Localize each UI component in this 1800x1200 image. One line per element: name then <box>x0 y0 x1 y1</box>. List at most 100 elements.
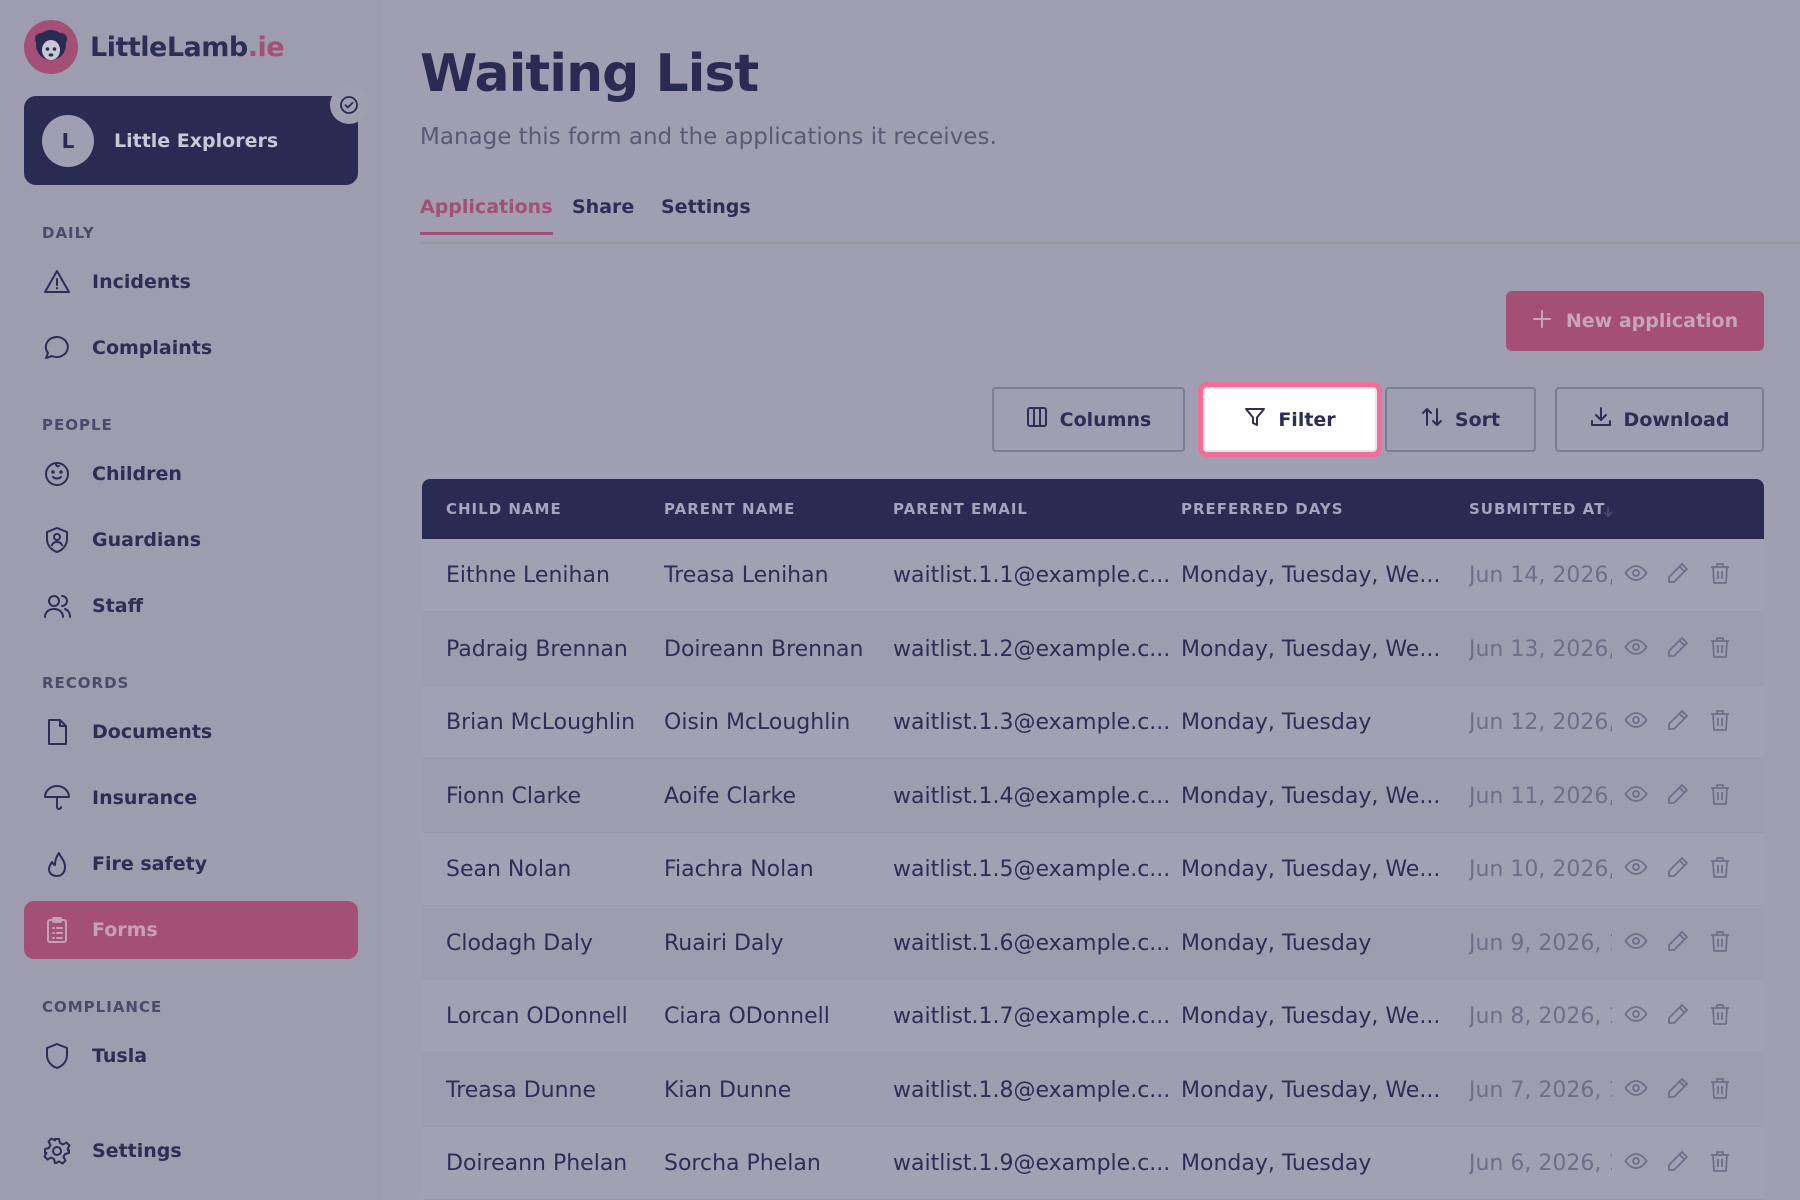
edit-pencil-icon[interactable] <box>1666 780 1690 808</box>
row-actions <box>1624 633 1732 661</box>
view-eye-icon[interactable] <box>1624 780 1648 808</box>
brand-name: LittleLamb.ie <box>90 31 285 63</box>
tab-applications[interactable]: Applications <box>420 196 553 235</box>
column-header-parent-name[interactable]: PARENT NAME <box>664 500 795 518</box>
sidebar-item-incidents[interactable]: Incidents <box>24 253 358 311</box>
submitted-at-cell: Jun 9, 2026, 10 <box>1469 930 1612 956</box>
tab-settings[interactable]: Settings <box>661 196 751 232</box>
view-eye-icon[interactable] <box>1624 1074 1648 1102</box>
table-row[interactable]: Doireann Phelan Sorcha Phelan waitlist.1.9… <box>422 1127 1764 1200</box>
table-body: Eithne Lenihan Treasa Lenihan waitlist.1.1… <box>422 539 1764 1200</box>
parent-email-cell: waitlist.1.6@example.c... <box>893 930 1168 956</box>
download-icon <box>1590 406 1612 433</box>
columns-button[interactable]: Columns <box>992 387 1185 452</box>
row-actions <box>1624 559 1732 587</box>
columns-icon <box>1026 406 1048 433</box>
delete-trash-icon[interactable] <box>1708 633 1732 661</box>
edit-pencil-icon[interactable] <box>1666 853 1690 881</box>
shield-user-icon <box>42 525 72 555</box>
sort-desc-icon <box>1602 503 1614 522</box>
brand-logo[interactable]: LittleLamb.ie <box>24 20 285 74</box>
row-actions <box>1624 853 1732 881</box>
baby-face-icon <box>42 459 72 489</box>
view-eye-icon[interactable] <box>1624 1147 1648 1175</box>
sidebar-item-settings[interactable]: Settings <box>24 1122 358 1180</box>
delete-trash-icon[interactable] <box>1708 559 1732 587</box>
sidebar-item-fire-safety[interactable]: Fire safety <box>24 835 358 893</box>
sidebar-item-complaints[interactable]: Complaints <box>24 319 358 377</box>
sort-button[interactable]: Sort <box>1385 387 1536 452</box>
table-row[interactable]: Eithne Lenihan Treasa Lenihan waitlist.1.1… <box>422 539 1764 612</box>
view-eye-icon[interactable] <box>1624 706 1648 734</box>
row-actions <box>1624 927 1732 955</box>
tab-share[interactable]: Share <box>572 196 634 232</box>
download-button[interactable]: Download <box>1555 387 1764 452</box>
column-header-preferred-days[interactable]: PREFERRED DAYS <box>1181 500 1344 518</box>
new-application-button[interactable]: New application <box>1506 291 1764 351</box>
view-eye-icon[interactable] <box>1624 1000 1648 1028</box>
view-eye-icon[interactable] <box>1624 633 1648 661</box>
sort-arrows-icon <box>1421 406 1443 433</box>
edit-pencil-icon[interactable] <box>1666 1074 1690 1102</box>
table-row[interactable]: Lorcan ODonnell Ciara ODonnell waitlist.1.… <box>422 980 1764 1053</box>
edit-pencil-icon[interactable] <box>1666 706 1690 734</box>
lamb-logo-icon <box>24 20 78 74</box>
table-row[interactable]: Brian McLoughlin Oisin McLoughlin waitlist… <box>422 686 1764 759</box>
column-header-parent-email[interactable]: PARENT EMAIL <box>893 500 1028 518</box>
parent-name-cell: Ciara ODonnell <box>664 1004 830 1029</box>
org-switcher[interactable]: L Little Explorers <box>24 86 368 185</box>
sort-label: Sort <box>1454 408 1501 431</box>
parent-name-cell: Fiachra Nolan <box>664 857 814 882</box>
delete-trash-icon[interactable] <box>1708 927 1732 955</box>
row-actions <box>1624 1074 1732 1102</box>
sidebar-item-guardians[interactable]: Guardians <box>24 511 358 569</box>
sidebar-item-tusla[interactable]: Tusla <box>24 1027 358 1085</box>
org-avatar: L <box>42 114 94 167</box>
edit-pencil-icon[interactable] <box>1666 1000 1690 1028</box>
page-subtitle: Manage this form and the applications it… <box>420 124 997 150</box>
delete-trash-icon[interactable] <box>1708 1000 1732 1028</box>
view-eye-icon[interactable] <box>1624 927 1648 955</box>
section-label-records: RECORDS <box>42 674 130 692</box>
view-eye-icon[interactable] <box>1624 853 1648 881</box>
delete-trash-icon[interactable] <box>1708 1074 1732 1102</box>
document-icon <box>42 717 72 747</box>
edit-pencil-icon[interactable] <box>1666 1147 1690 1175</box>
delete-trash-icon[interactable] <box>1708 1147 1732 1175</box>
delete-trash-icon[interactable] <box>1708 706 1732 734</box>
users-icon <box>42 591 72 621</box>
delete-trash-icon[interactable] <box>1708 780 1732 808</box>
sidebar-item-insurance[interactable]: Insurance <box>24 769 358 827</box>
filter-icon <box>1244 406 1266 433</box>
table-row[interactable]: Treasa Dunne Kian Dunne waitlist.1.8@examp… <box>422 1053 1764 1127</box>
table-row[interactable]: Clodagh Daly Ruairi Daly waitlist.1.6@exam… <box>422 906 1764 980</box>
table-row[interactable]: Fionn Clarke Aoife Clarke waitlist.1.4@exa… <box>422 759 1764 833</box>
edit-pencil-icon[interactable] <box>1666 633 1690 661</box>
clipboard-icon <box>42 915 72 945</box>
parent-email-cell: waitlist.1.9@example.c... <box>893 1151 1168 1176</box>
sidebar-item-children[interactable]: Children <box>24 445 358 503</box>
preferred-days-cell: Monday, Tuesday, We... <box>1181 563 1441 588</box>
table-row[interactable]: Padraig Brennan Doireann Brennan waitlist.… <box>422 612 1764 686</box>
column-header-submitted-at[interactable]: SUBMITTED AT <box>1469 500 1605 518</box>
table-row[interactable]: Sean Nolan Fiachra Nolan waitlist.1.5@exam… <box>422 833 1764 906</box>
new-application-label: New application <box>1565 310 1739 332</box>
sidebar-item-documents[interactable]: Documents <box>24 703 358 761</box>
parent-email-cell: waitlist.1.4@example.c... <box>893 783 1168 809</box>
column-header-child-name[interactable]: CHILD NAME <box>446 500 562 518</box>
sidebar-item-staff[interactable]: Staff <box>24 577 358 635</box>
submitted-at-cell: Jun 7, 2026, 10 <box>1469 1077 1612 1103</box>
edit-pencil-icon[interactable] <box>1666 927 1690 955</box>
check-circle-icon <box>330 86 368 124</box>
chat-bubble-icon <box>42 333 72 363</box>
sidebar-item-forms[interactable]: Forms <box>24 901 358 959</box>
filter-button[interactable]: Filter <box>1203 387 1377 452</box>
view-eye-icon[interactable] <box>1624 559 1648 587</box>
delete-trash-icon[interactable] <box>1708 853 1732 881</box>
child-name-cell: Doireann Phelan <box>446 1151 628 1176</box>
edit-pencil-icon[interactable] <box>1666 559 1690 587</box>
submitted-at-cell: Jun 8, 2026, 10 <box>1469 1004 1612 1029</box>
org-name: Little Explorers <box>114 129 279 152</box>
preferred-days-cell: Monday, Tuesday, We... <box>1181 1004 1441 1029</box>
columns-label: Columns <box>1059 408 1152 431</box>
